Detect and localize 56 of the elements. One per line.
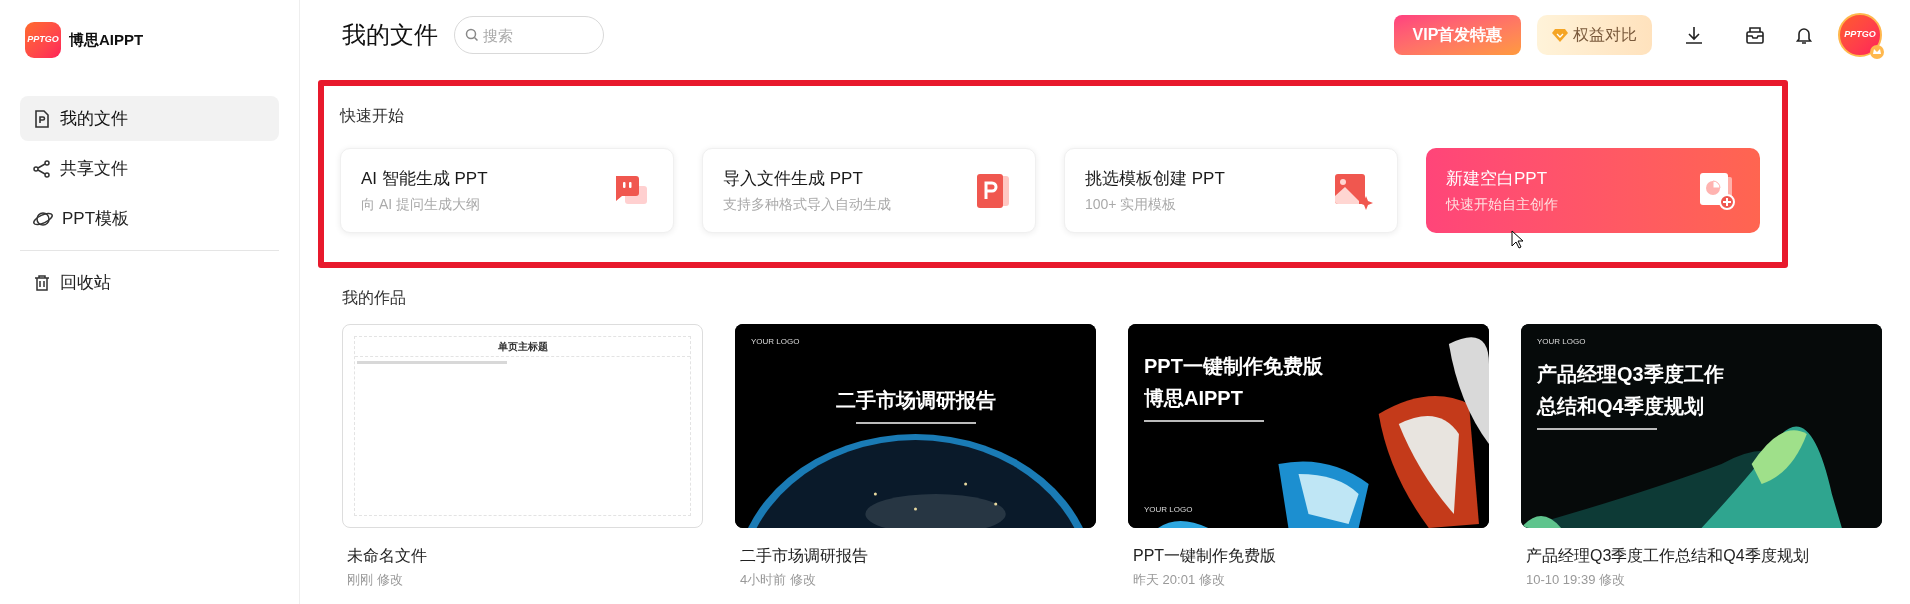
card-title: AI 智能生成 PPT (361, 167, 488, 190)
search-icon (465, 28, 479, 42)
benefits-button[interactable]: 权益对比 (1537, 15, 1652, 55)
quick-start-card[interactable]: 导入文件生成 PPT 支持多种格式导入自动生成 (702, 148, 1036, 233)
slide-thumbnail[interactable]: YOUR LOGO 产品经理Q3季度工作 总结和Q4季度规划 (1521, 324, 1882, 528)
slide-title: 单页主标题 (497, 340, 548, 354)
card-subtitle: 向 AI 提问生成大纲 (361, 195, 481, 215)
cursor-icon (1511, 230, 1525, 250)
card-title: 新建空白PPT (1446, 167, 1549, 190)
crown-badge-icon (1870, 45, 1884, 59)
slide-logo: YOUR LOGO (751, 336, 800, 348)
file-icon (32, 108, 52, 129)
file-name[interactable]: 未命名文件 (347, 544, 703, 568)
slide-thumbnail[interactable]: 单页主标题 (342, 324, 703, 528)
file-name[interactable]: 产品经理Q3季度工作总结和Q4季度规划 (1526, 544, 1882, 568)
sidebar-item[interactable]: 共享文件 (20, 146, 279, 191)
presentation-file-icon (975, 172, 1011, 209)
page-title: 我的文件 (342, 20, 438, 50)
quick-start-card[interactable]: 挑选模板创建 PPT 100+ 实用模板 (1064, 148, 1398, 233)
card-subtitle: 100+ 实用模板 (1085, 195, 1178, 215)
slide-subtitle: 总结和Q4季度规划 (1537, 394, 1705, 419)
sidebar-item[interactable]: 我的文件 (20, 96, 279, 141)
sidebar-item[interactable]: PPT模板 (20, 196, 279, 241)
card-title: 挑选模板创建 PPT (1085, 167, 1225, 190)
file-name[interactable]: 二手市场调研报告 (740, 544, 1096, 568)
slide-title: 二手市场调研报告 (835, 388, 996, 413)
bell-icon (1794, 25, 1814, 45)
section-title: 快速开始 (340, 106, 405, 126)
new-document-icon (1698, 170, 1736, 211)
app-logo: PPTGO (25, 22, 61, 58)
card-subtitle: 快速开始自主创作 (1446, 195, 1558, 215)
share-icon (32, 158, 52, 179)
modified-time: 10-10 19:39 修改 (1526, 571, 1626, 589)
image-sparkle-icon (1333, 171, 1373, 210)
quick-start-card[interactable]: AI 智能生成 PPT 向 AI 提问生成大纲 (340, 148, 674, 233)
card-subtitle: 支持多种格式导入自动生成 (723, 195, 891, 215)
file-name[interactable]: PPT一键制作免费版 (1133, 544, 1489, 568)
slide-subtitle: 博思AIPPT (1144, 386, 1244, 411)
sidebar-item[interactable]: 回收站 (20, 260, 279, 305)
brand-name: 博思AIPPT (69, 29, 144, 50)
search-field[interactable]: 搜索 (454, 16, 604, 54)
slide-thumbnail[interactable]: PPT一键制作免费版 博思AIPPT YOUR LOGO (1128, 324, 1489, 528)
slide-title: 产品经理Q3季度工作 (1537, 362, 1724, 387)
card-title: 导入文件生成 PPT (723, 167, 864, 190)
slide-logo: YOUR LOGO (1144, 504, 1193, 516)
slide-logo: YOUR LOGO (1537, 336, 1586, 348)
slide-thumbnail[interactable]: YOUR LOGO 二手市场调研报告 (735, 324, 1096, 528)
download-icon (1684, 25, 1704, 45)
inbox-icon (1745, 25, 1765, 45)
trash-icon (32, 272, 52, 293)
diamond-icon (1552, 28, 1568, 42)
section-title: 我的作品 (342, 288, 407, 308)
modified-time: 4小时前 修改 (740, 571, 817, 589)
modified-time: 刚刚 修改 (347, 571, 404, 589)
slide-title: PPT一键制作免费版 (1144, 354, 1323, 379)
modified-time: 昨天 20:01 修改 (1133, 571, 1226, 589)
